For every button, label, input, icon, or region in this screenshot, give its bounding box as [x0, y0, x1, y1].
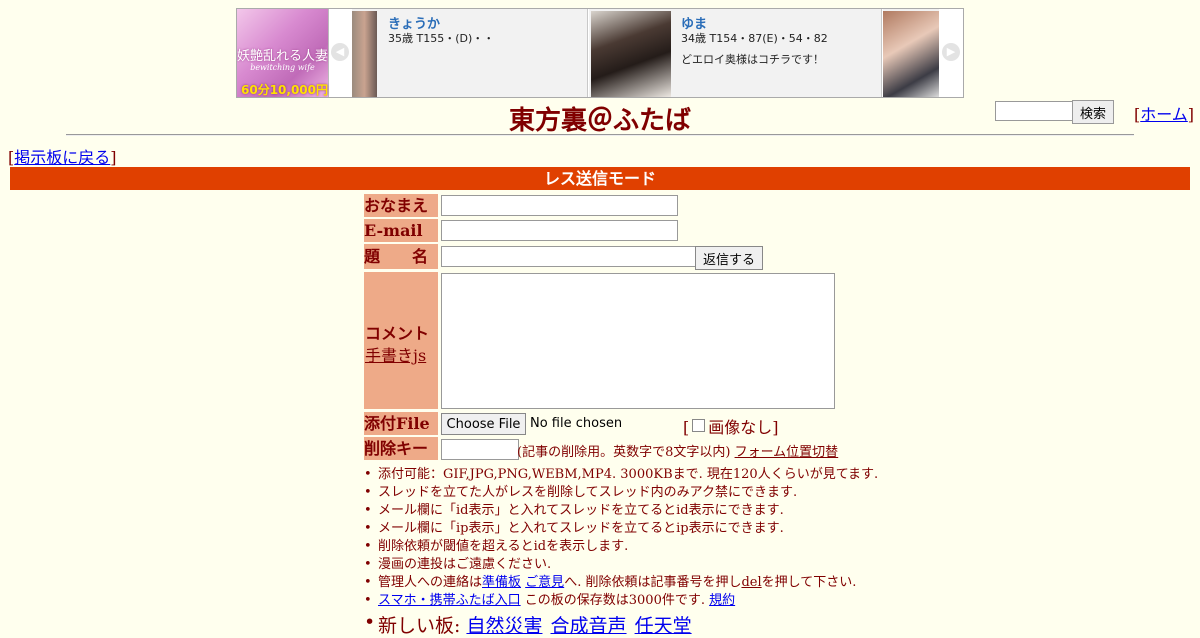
profile-message: どエロイ奥様はコチラです！ [681, 53, 824, 66]
delete-key-field[interactable] [441, 439, 519, 460]
profile-stats: 34歳 T154・87(E)・54・82 [681, 32, 828, 45]
email-field[interactable] [441, 220, 678, 241]
back-to-board-link[interactable]: 掲示板に戻る [14, 148, 110, 167]
comment-textarea[interactable] [441, 273, 835, 409]
board-link[interactable]: 任天堂 [635, 615, 692, 637]
email-label: E-mail [364, 219, 438, 242]
subject-label: 題 名 [364, 244, 438, 269]
ad-image[interactable]: 妖艶乱れる人妻 bewitching wife 60分10,000円 [237, 9, 329, 97]
del-link[interactable]: del [741, 575, 761, 590]
note-item: スレッドを立てた人がレスを削除してスレッド内のみアク禁にできます. [364, 484, 878, 502]
note-text: この板の保存数は3000件です. [520, 593, 710, 608]
name-label: おなまえ [364, 194, 438, 217]
ad-price: 60分10,000円 [241, 83, 329, 97]
comment-label-cell: コメント 手書きjs [364, 272, 438, 409]
home-link[interactable]: ホーム [1140, 105, 1188, 124]
no-image-checkbox[interactable] [692, 419, 706, 432]
profile-photo [352, 11, 377, 97]
subject-field[interactable] [441, 246, 696, 267]
note-item: スマホ・携帯ふたば入口 この板の保存数は3000件です. 規約 [364, 592, 878, 610]
profile-card[interactable] [883, 9, 939, 97]
profile-stats: 35歳 T155・(D)・・ [388, 32, 495, 45]
profile-photo [591, 11, 671, 97]
rules-link[interactable]: 規約 [709, 593, 735, 608]
prep-board-link[interactable]: 準備板 [482, 575, 521, 590]
home-link-container: [ホーム] [1134, 105, 1195, 124]
choose-file-button[interactable]: Choose File [441, 413, 526, 435]
note-text: 管理人への連絡は [378, 575, 483, 590]
search-input[interactable] [995, 101, 1075, 121]
comment-label: コメント [365, 324, 430, 343]
back-link-container: [掲示板に戻る] [8, 148, 117, 167]
note-item: 削除依頼が閾値を超えるとidを表示します. [364, 538, 878, 556]
note-text: へ. 削除依頼は記事番号を押し [564, 575, 742, 590]
note-item: 漫画の連投はご遠慮ください. [364, 556, 878, 574]
handwriting-link[interactable]: 手書きjs [365, 342, 426, 366]
reply-submit-button[interactable]: 返信する [695, 246, 763, 270]
ad-text: 妖艶乱れる人妻 [237, 49, 329, 64]
ad-subtext: bewitching wife [250, 63, 315, 72]
delete-key-label: 削除キー [364, 437, 438, 460]
mobile-entrance-link[interactable]: スマホ・携帯ふたば入口 [378, 593, 521, 608]
delete-key-note: (記事の削除用。英数字で8文字以内) フォーム位置切替 [517, 441, 838, 460]
search-button[interactable]: 検索 [1072, 100, 1114, 124]
no-image-label: 画像なし [708, 418, 773, 437]
new-boards: 新しい板: 自然災害 合成音声 任天堂 [364, 611, 694, 638]
no-image-option: [画像なし] [683, 418, 779, 437]
profile-photo [883, 11, 939, 97]
delete-key-hint: (記事の削除用。英数字で8文字以内) [517, 445, 731, 460]
profile-card[interactable]: ゆま 34歳 T154・87(E)・54・82 どエロイ奥様はコチラです！ [589, 9, 882, 97]
reply-mode-bar: レス送信モード [10, 167, 1190, 190]
name-field[interactable] [441, 195, 678, 216]
file-label: 添付File [364, 412, 438, 435]
note-item: メール欄に「id表示」と入れてスレッドを立てるとid表示にできます. [364, 502, 878, 520]
board-notes: 添付可能：GIF,JPG,PNG,WEBM,MP4. 3000KBまで. 現在1… [364, 466, 878, 610]
note-item: 添付可能：GIF,JPG,PNG,WEBM,MP4. 3000KBまで. 現在1… [364, 466, 878, 484]
ad-banner[interactable]: 妖艶乱れる人妻 bewitching wife 60分10,000円 ◀ きょう… [236, 8, 964, 98]
feedback-link[interactable]: ご意見 [525, 575, 564, 590]
file-status: No file chosen [530, 416, 623, 431]
note-item: 管理人への連絡は準備板 ご意見へ. 削除依頼は記事番号を押しdelを押して下さい… [364, 574, 878, 592]
chevron-left-icon[interactable]: ◀ [331, 43, 349, 61]
divider [66, 134, 1134, 136]
new-boards-label: 新しい板: [378, 615, 461, 637]
profile-card[interactable]: きょうか 35歳 T155・(D)・・ [352, 9, 588, 97]
board-link[interactable]: 自然災害 [466, 615, 542, 637]
chevron-right-icon[interactable]: ▶ [942, 43, 960, 61]
note-text: を押して下さい. [761, 575, 857, 590]
note-item: メール欄に「ip表示」と入れてスレッドを立てるとip表示にできます. [364, 520, 878, 538]
form-position-toggle-link[interactable]: フォーム位置切替 [735, 445, 839, 460]
board-link[interactable]: 合成音声 [551, 615, 627, 637]
